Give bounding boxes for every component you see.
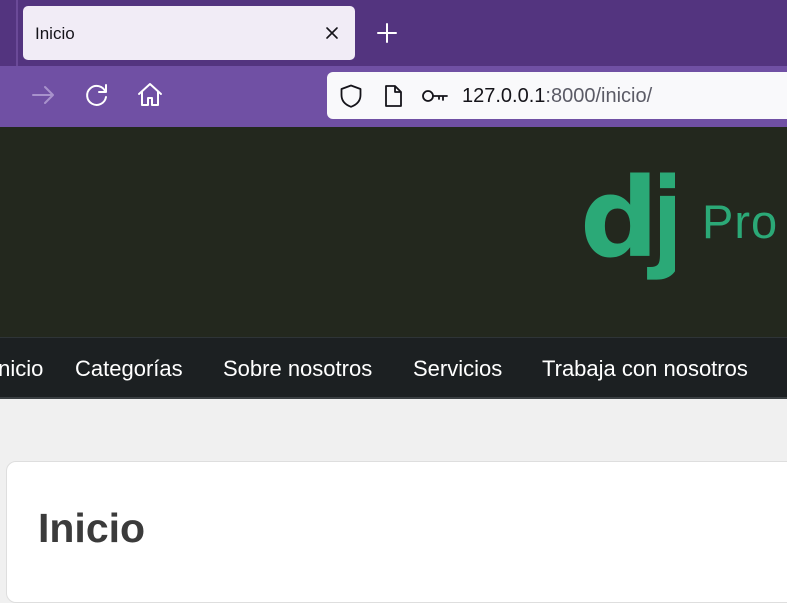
tab-divider [16, 0, 18, 66]
menu-item-sobre-nosotros[interactable]: Sobre nosotros [223, 356, 372, 382]
browser-tab[interactable]: Inicio [23, 6, 355, 60]
content-card: Inicio [6, 461, 787, 603]
page-icon[interactable] [380, 83, 406, 109]
tab-title: Inicio [35, 24, 75, 43]
key-icon[interactable] [420, 83, 450, 109]
plus-icon[interactable] [372, 18, 402, 48]
home-icon[interactable] [135, 80, 165, 110]
menu-item-inicio[interactable]: Inicio [0, 356, 43, 382]
tab-strip: Inicio [0, 0, 787, 66]
logo-text: dj [580, 168, 675, 282]
site-title: Pro [702, 195, 779, 248]
menu-item-categorias[interactable]: Categorías [75, 356, 183, 382]
reload-icon[interactable] [82, 80, 112, 110]
url-text[interactable]: 127.0.0.1:8000/inicio/ [462, 85, 652, 108]
site-menu: Inicio Categorías Sobre nosotros Servici… [0, 337, 787, 399]
url-path: :8000/inicio/ [545, 85, 653, 107]
menu-item-servicios[interactable]: Servicios [413, 356, 502, 382]
url-bar[interactable]: 127.0.0.1:8000/inicio/ [327, 72, 787, 119]
django-logo: dj [580, 168, 675, 282]
close-icon[interactable] [319, 20, 345, 46]
page-title: Inicio [38, 505, 146, 551]
arrow-right-icon[interactable] [28, 80, 58, 110]
menu-item-trabaja-con-nosotros[interactable]: Trabaja con nosotros [542, 356, 748, 382]
url-host: 127.0.0.1 [462, 85, 546, 107]
shield-icon[interactable] [338, 83, 364, 109]
